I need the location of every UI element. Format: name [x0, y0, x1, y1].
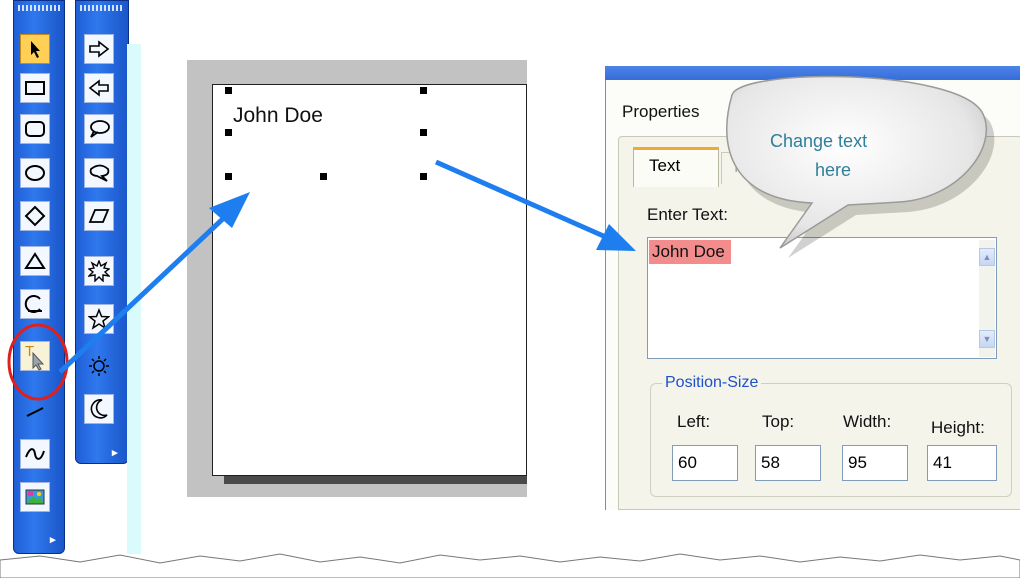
callout-bubble [726, 75, 988, 249]
arrow-to-canvas [58, 212, 230, 374]
highlight-circle [7, 323, 69, 401]
callout-text-line1: Change text [770, 131, 868, 151]
annotation-overlay [0, 75, 1020, 578]
arrow-to-properties [434, 159, 610, 241]
torn-edge [0, 553, 1020, 578]
callout-text-line2: here [815, 160, 852, 180]
arrow-to-canvas-head [209, 192, 250, 228]
